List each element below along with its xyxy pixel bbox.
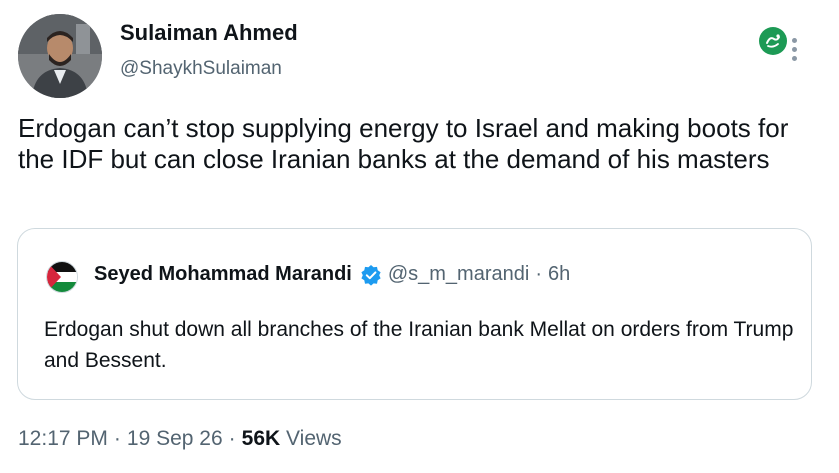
more-vertical-icon[interactable]: [792, 38, 798, 66]
quoted-author-name[interactable]: Seyed Mohammad Marandi: [94, 263, 352, 286]
quoted-author-handle[interactable]: @s_m_marandi: [388, 263, 529, 286]
grok-icon[interactable]: [759, 27, 787, 55]
tweet-time[interactable]: 12:17 PM: [18, 427, 108, 450]
verified-badge-icon: [360, 264, 382, 286]
tweet-date[interactable]: 19 Sep 26: [127, 427, 223, 450]
quoted-header: Seyed Mohammad Marandi @s_m_marandi · 6h: [94, 263, 570, 286]
tweet-container: Sulaiman Ahmed @ShaykhSulaiman Erdogan c…: [0, 0, 839, 473]
author-name[interactable]: Sulaiman Ahmed: [120, 20, 298, 46]
views-label: Views: [286, 427, 342, 450]
quoted-avatar[interactable]: [46, 261, 78, 293]
tweet-text: Erdogan can’t stop supplying energy to I…: [18, 113, 789, 174]
quoted-tweet-card[interactable]: Seyed Mohammad Marandi @s_m_marandi · 6h…: [17, 228, 812, 400]
separator-dot: ·: [113, 427, 121, 450]
quoted-timestamp[interactable]: 6h: [548, 263, 570, 286]
views-count[interactable]: 56K: [242, 427, 281, 450]
separator-dot: ·: [228, 427, 236, 450]
tweet-meta: 12:17 PM · 19 Sep 26 · 56K Views: [18, 427, 342, 451]
separator-dot: ·: [535, 263, 542, 285]
avatar[interactable]: [18, 14, 102, 98]
quoted-tweet-text: Erdogan shut down all branches of the Ir…: [44, 318, 794, 372]
author-handle[interactable]: @ShaykhSulaiman: [120, 58, 282, 80]
